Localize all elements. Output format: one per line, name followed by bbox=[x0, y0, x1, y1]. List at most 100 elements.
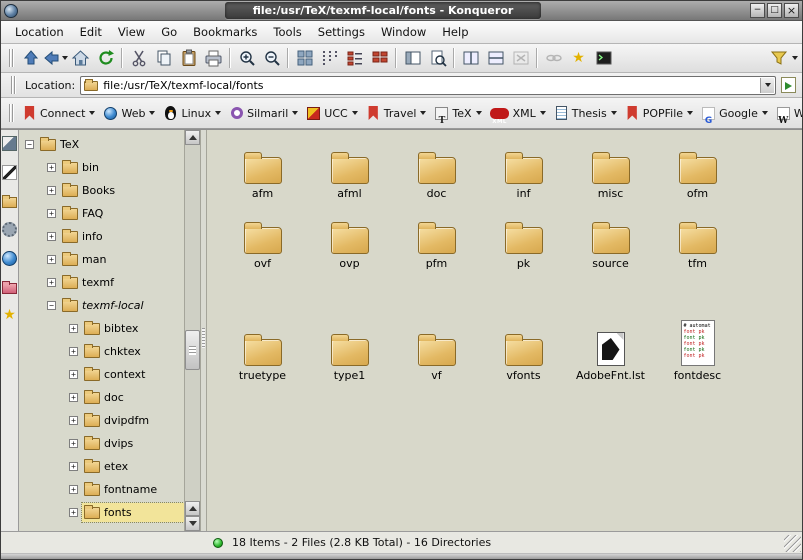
tree-item-texmf[interactable]: texmf bbox=[19, 271, 184, 294]
file-item-type1[interactable]: type1 bbox=[306, 278, 393, 382]
location-toolbar-drag-handle[interactable] bbox=[11, 76, 16, 94]
expand-icon[interactable] bbox=[69, 439, 78, 448]
menu-help[interactable]: Help bbox=[434, 22, 476, 42]
file-item-misc[interactable]: misc bbox=[567, 136, 654, 200]
scroll-up-button[interactable] bbox=[185, 130, 200, 145]
home-icon[interactable] bbox=[68, 46, 93, 70]
scrollbar-thumb[interactable] bbox=[185, 330, 200, 370]
bookmark-connect[interactable]: Connect bbox=[18, 104, 99, 123]
file-item-pfm[interactable]: pfm bbox=[393, 208, 480, 270]
tree-item-fonts[interactable]: fonts bbox=[19, 501, 184, 524]
tree-scrollbar[interactable] bbox=[185, 130, 201, 531]
resize-grip[interactable] bbox=[784, 535, 801, 552]
split-view-top-bottom-icon[interactable] bbox=[483, 46, 508, 70]
tree-item-fontname[interactable]: fontname bbox=[19, 478, 184, 501]
menu-edit[interactable]: Edit bbox=[72, 22, 110, 42]
file-item-doc[interactable]: doc bbox=[393, 136, 480, 200]
zoom-in-icon[interactable] bbox=[234, 46, 259, 70]
sidebar-tab-home-folder-icon[interactable] bbox=[2, 197, 17, 208]
split-view-left-right-icon[interactable] bbox=[458, 46, 483, 70]
bookmark-linux[interactable]: Linux bbox=[159, 104, 225, 123]
expand-icon[interactable] bbox=[47, 186, 56, 195]
file-item-afml[interactable]: afml bbox=[306, 136, 393, 200]
bookmark-web[interactable]: Web bbox=[99, 104, 159, 123]
tree-item-bin[interactable]: bin bbox=[19, 156, 184, 179]
file-view[interactable]: afm afml doc inf misc ofm ovf ovp pfm pk… bbox=[207, 130, 802, 531]
bookmark-tex[interactable]: TeX bbox=[430, 104, 485, 123]
file-item-adobefnt[interactable]: AdobeFnt.lst bbox=[567, 278, 654, 382]
go-button[interactable] bbox=[781, 77, 796, 93]
tree-item-books[interactable]: Books bbox=[19, 179, 184, 202]
close-button[interactable] bbox=[784, 3, 799, 18]
expand-icon[interactable] bbox=[47, 163, 56, 172]
menu-window[interactable]: Window bbox=[373, 22, 434, 42]
print-icon[interactable] bbox=[201, 46, 226, 70]
file-item-ovp[interactable]: ovp bbox=[306, 208, 393, 270]
file-item-tfm[interactable]: tfm bbox=[654, 208, 741, 270]
back-icon[interactable] bbox=[43, 46, 68, 70]
sidebar-tab-services-icon[interactable] bbox=[2, 222, 17, 237]
bookmark-popfile[interactable]: POPFile bbox=[621, 104, 697, 123]
navigation-panel-icon[interactable] bbox=[400, 46, 425, 70]
collapse-icon[interactable] bbox=[25, 140, 34, 149]
file-item-truetype[interactable]: truetype bbox=[219, 278, 306, 382]
terminal-icon[interactable] bbox=[591, 46, 616, 70]
expand-icon[interactable] bbox=[47, 278, 56, 287]
file-item-inf[interactable]: inf bbox=[480, 136, 567, 200]
copy-icon[interactable] bbox=[151, 46, 176, 70]
menu-tools[interactable]: Tools bbox=[265, 22, 309, 42]
file-item-vfonts[interactable]: vfonts bbox=[480, 278, 567, 382]
sidebar-tab-wand-icon[interactable] bbox=[2, 136, 17, 151]
file-item-afm[interactable]: afm bbox=[219, 136, 306, 200]
zoom-out-icon[interactable] bbox=[259, 46, 284, 70]
find-file-icon[interactable] bbox=[425, 46, 450, 70]
expand-icon[interactable] bbox=[69, 508, 78, 517]
bookmark-google[interactable]: Google bbox=[697, 104, 772, 123]
bookmark-xml[interactable]: XML bbox=[486, 104, 550, 123]
tree-item-dvipdfm[interactable]: dvipdfm bbox=[19, 409, 184, 432]
expand-icon[interactable] bbox=[69, 347, 78, 356]
expand-icon[interactable] bbox=[69, 393, 78, 402]
tree-item-info[interactable]: info bbox=[19, 225, 184, 248]
expand-icon[interactable] bbox=[47, 209, 56, 218]
file-item-vf[interactable]: vf bbox=[393, 278, 480, 382]
text-view-icon[interactable] bbox=[367, 46, 392, 70]
file-item-source[interactable]: source bbox=[567, 208, 654, 270]
tree-item-doc[interactable]: doc bbox=[19, 386, 184, 409]
tree-item-man[interactable]: man bbox=[19, 248, 184, 271]
bookmark-star-icon[interactable] bbox=[566, 46, 591, 70]
icon-view-icon[interactable] bbox=[292, 46, 317, 70]
toolbar-overflow-chevron-icon[interactable] bbox=[792, 56, 798, 60]
sidebar-tab-network-icon[interactable] bbox=[2, 251, 17, 266]
location-combobox[interactable] bbox=[80, 76, 776, 95]
menu-location[interactable]: Location bbox=[7, 22, 72, 42]
menu-go[interactable]: Go bbox=[153, 22, 185, 42]
paste-icon[interactable] bbox=[176, 46, 201, 70]
location-dropdown-button[interactable] bbox=[760, 78, 774, 93]
bookmark-wikipedia[interactable]: Wikipedia bbox=[772, 104, 803, 123]
toolbar-drag-handle[interactable] bbox=[9, 49, 14, 67]
menu-settings[interactable]: Settings bbox=[310, 22, 373, 42]
tree-item-chktex[interactable]: chktex bbox=[19, 340, 184, 363]
expand-icon[interactable] bbox=[69, 324, 78, 333]
expand-icon[interactable] bbox=[47, 255, 56, 264]
minimize-button[interactable] bbox=[750, 3, 765, 18]
scroll-down-button[interactable] bbox=[185, 516, 200, 531]
sidebar-tab-bookmarks-icon[interactable] bbox=[2, 308, 17, 323]
detailed-list-view-icon[interactable] bbox=[342, 46, 367, 70]
cut-icon[interactable] bbox=[126, 46, 151, 70]
collapse-icon[interactable] bbox=[47, 301, 56, 310]
bookmark-ucc[interactable]: UCC bbox=[302, 104, 361, 123]
tree-item-dvips[interactable]: dvips bbox=[19, 432, 184, 455]
expand-icon[interactable] bbox=[69, 370, 78, 379]
expand-icon[interactable] bbox=[69, 416, 78, 425]
location-input[interactable] bbox=[103, 77, 759, 94]
bookmark-travel[interactable]: Travel bbox=[362, 104, 431, 123]
file-item-ovf[interactable]: ovf bbox=[219, 208, 306, 270]
tree-item-etex[interactable]: etex bbox=[19, 455, 184, 478]
expand-icon[interactable] bbox=[69, 462, 78, 471]
title-bar[interactable]: file:/usr/TeX/texmf-local/fonts - Konque… bbox=[1, 1, 802, 21]
sidebar-tab-history-icon[interactable] bbox=[2, 283, 17, 294]
menu-bookmarks[interactable]: Bookmarks bbox=[185, 22, 265, 42]
maximize-button[interactable] bbox=[767, 3, 782, 18]
